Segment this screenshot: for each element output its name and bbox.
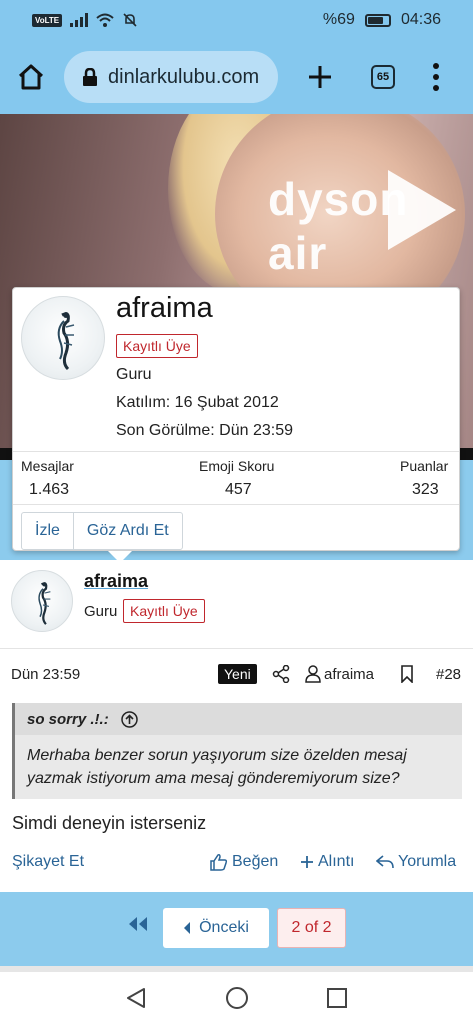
user-icon bbox=[305, 665, 321, 683]
caret-left-icon bbox=[184, 922, 191, 934]
browser-toolbar: dinlarkulubu.com 65 bbox=[0, 40, 473, 114]
overflow-menu-icon[interactable] bbox=[432, 62, 440, 92]
post-user-title: Guru bbox=[84, 603, 118, 620]
reply-label: Yorumla bbox=[398, 853, 457, 870]
reply-button[interactable]: Yorumla bbox=[376, 853, 456, 871]
system-nav-bar bbox=[0, 972, 473, 1024]
lock-icon bbox=[83, 68, 97, 86]
stat-emoji-label: Emoji Skoru bbox=[199, 458, 275, 474]
post-author-link[interactable]: afraima bbox=[324, 666, 374, 683]
battery-fill bbox=[367, 16, 384, 24]
quote-header[interactable]: so sorry .!.: bbox=[15, 703, 462, 735]
share-icon[interactable] bbox=[272, 665, 290, 683]
popup-avatar[interactable] bbox=[21, 296, 105, 380]
status-right: %69 04:36 bbox=[323, 11, 441, 29]
post-date[interactable]: Dün 23:59 bbox=[11, 666, 80, 683]
mute-bell-icon bbox=[123, 13, 137, 27]
battery-icon bbox=[364, 13, 391, 27]
wifi-icon bbox=[96, 13, 114, 27]
home-icon[interactable] bbox=[16, 62, 46, 92]
post-avatar[interactable] bbox=[11, 570, 73, 632]
popup-joined: Katılım: 16 Şubat 2012 bbox=[116, 394, 279, 411]
volte-badge: VoLTE bbox=[32, 13, 63, 27]
arrow-up-circle-icon[interactable] bbox=[121, 711, 138, 728]
status-left: VoLTE bbox=[32, 12, 138, 28]
battery-text: %69 bbox=[322, 11, 355, 28]
signal-icon bbox=[70, 13, 89, 27]
quote-text: Merhaba benzer sorun yaşıyorum size özel… bbox=[27, 747, 407, 787]
post-member-badge: Kayıtlı Üye bbox=[123, 599, 205, 623]
quote-button[interactable]: Alıntı bbox=[300, 853, 354, 871]
post-number[interactable]: #28 bbox=[436, 666, 461, 683]
post-username[interactable]: afraima bbox=[84, 571, 148, 592]
post-divider bbox=[0, 648, 473, 649]
stat-points-label: Puanlar bbox=[400, 458, 449, 474]
stat-emoji-value[interactable]: 457 bbox=[225, 481, 252, 499]
plus-icon bbox=[301, 856, 313, 868]
popup-user-title: Guru bbox=[116, 366, 152, 383]
like-label: Beğen bbox=[232, 853, 279, 870]
reply-icon bbox=[376, 855, 394, 869]
popup-pointer bbox=[108, 551, 132, 563]
prev-page-label: Önceki bbox=[199, 919, 249, 936]
stat-messages-label: Mesajlar bbox=[21, 458, 74, 474]
first-page-icon[interactable] bbox=[128, 917, 148, 931]
quote-author[interactable]: so sorry .!.: bbox=[27, 711, 109, 728]
ignore-button[interactable]: Göz Ardı Et bbox=[72, 513, 182, 549]
address-bar[interactable]: dinlarkulubu.com bbox=[64, 51, 278, 103]
report-button[interactable]: Şikayet Et bbox=[12, 853, 84, 871]
like-button[interactable]: Beğen bbox=[210, 853, 278, 871]
quote-block: so sorry .!.: Merhaba benzer sorun yaşıy… bbox=[12, 703, 462, 799]
popup-divider-2 bbox=[13, 504, 459, 505]
popup-last-seen: Son Görülme: Dün 23:59 bbox=[116, 422, 293, 439]
tab-switcher-button[interactable]: 65 bbox=[371, 65, 395, 89]
play-icon[interactable] bbox=[388, 170, 456, 250]
popup-member-badge: Kayıtlı Üye bbox=[116, 334, 198, 358]
report-label: Şikayet Et bbox=[12, 853, 85, 870]
clock: 04:36 bbox=[400, 11, 441, 28]
current-page-indicator[interactable]: 2 of 2 bbox=[277, 908, 346, 948]
post-body: Simdi deneyin isterseniz bbox=[12, 813, 207, 833]
popup-divider bbox=[13, 451, 459, 452]
popup-username[interactable]: afraima bbox=[116, 292, 213, 325]
new-tab-icon[interactable] bbox=[306, 63, 334, 91]
home-nav-icon[interactable] bbox=[225, 986, 249, 1010]
stat-points-value[interactable]: 323 bbox=[412, 481, 439, 499]
thumbs-up-icon bbox=[210, 854, 228, 871]
status-bar: VoLTE %69 04:36 bbox=[0, 0, 473, 40]
seahorse-icon bbox=[57, 312, 75, 371]
back-icon[interactable] bbox=[126, 987, 146, 1009]
member-tooltip-card: afraima Kayıtlı Üye Guru Katılım: 16 Şub… bbox=[12, 287, 460, 551]
pagination: Önceki 2 of 2 bbox=[0, 892, 473, 966]
prev-page-button[interactable]: Önceki bbox=[163, 908, 269, 948]
watch-button[interactable]: İzle bbox=[22, 513, 73, 549]
recents-icon[interactable] bbox=[326, 987, 348, 1009]
seahorse-icon bbox=[38, 582, 51, 625]
stat-messages-value[interactable]: 1.463 bbox=[29, 481, 69, 499]
bookmark-icon[interactable] bbox=[400, 665, 414, 683]
url-text: dinlarkulubu.com bbox=[108, 66, 260, 88]
new-badge: Yeni bbox=[218, 664, 257, 684]
popup-actions: İzle Göz Ardı Et bbox=[21, 512, 183, 550]
quote-label: Alıntı bbox=[318, 853, 355, 870]
